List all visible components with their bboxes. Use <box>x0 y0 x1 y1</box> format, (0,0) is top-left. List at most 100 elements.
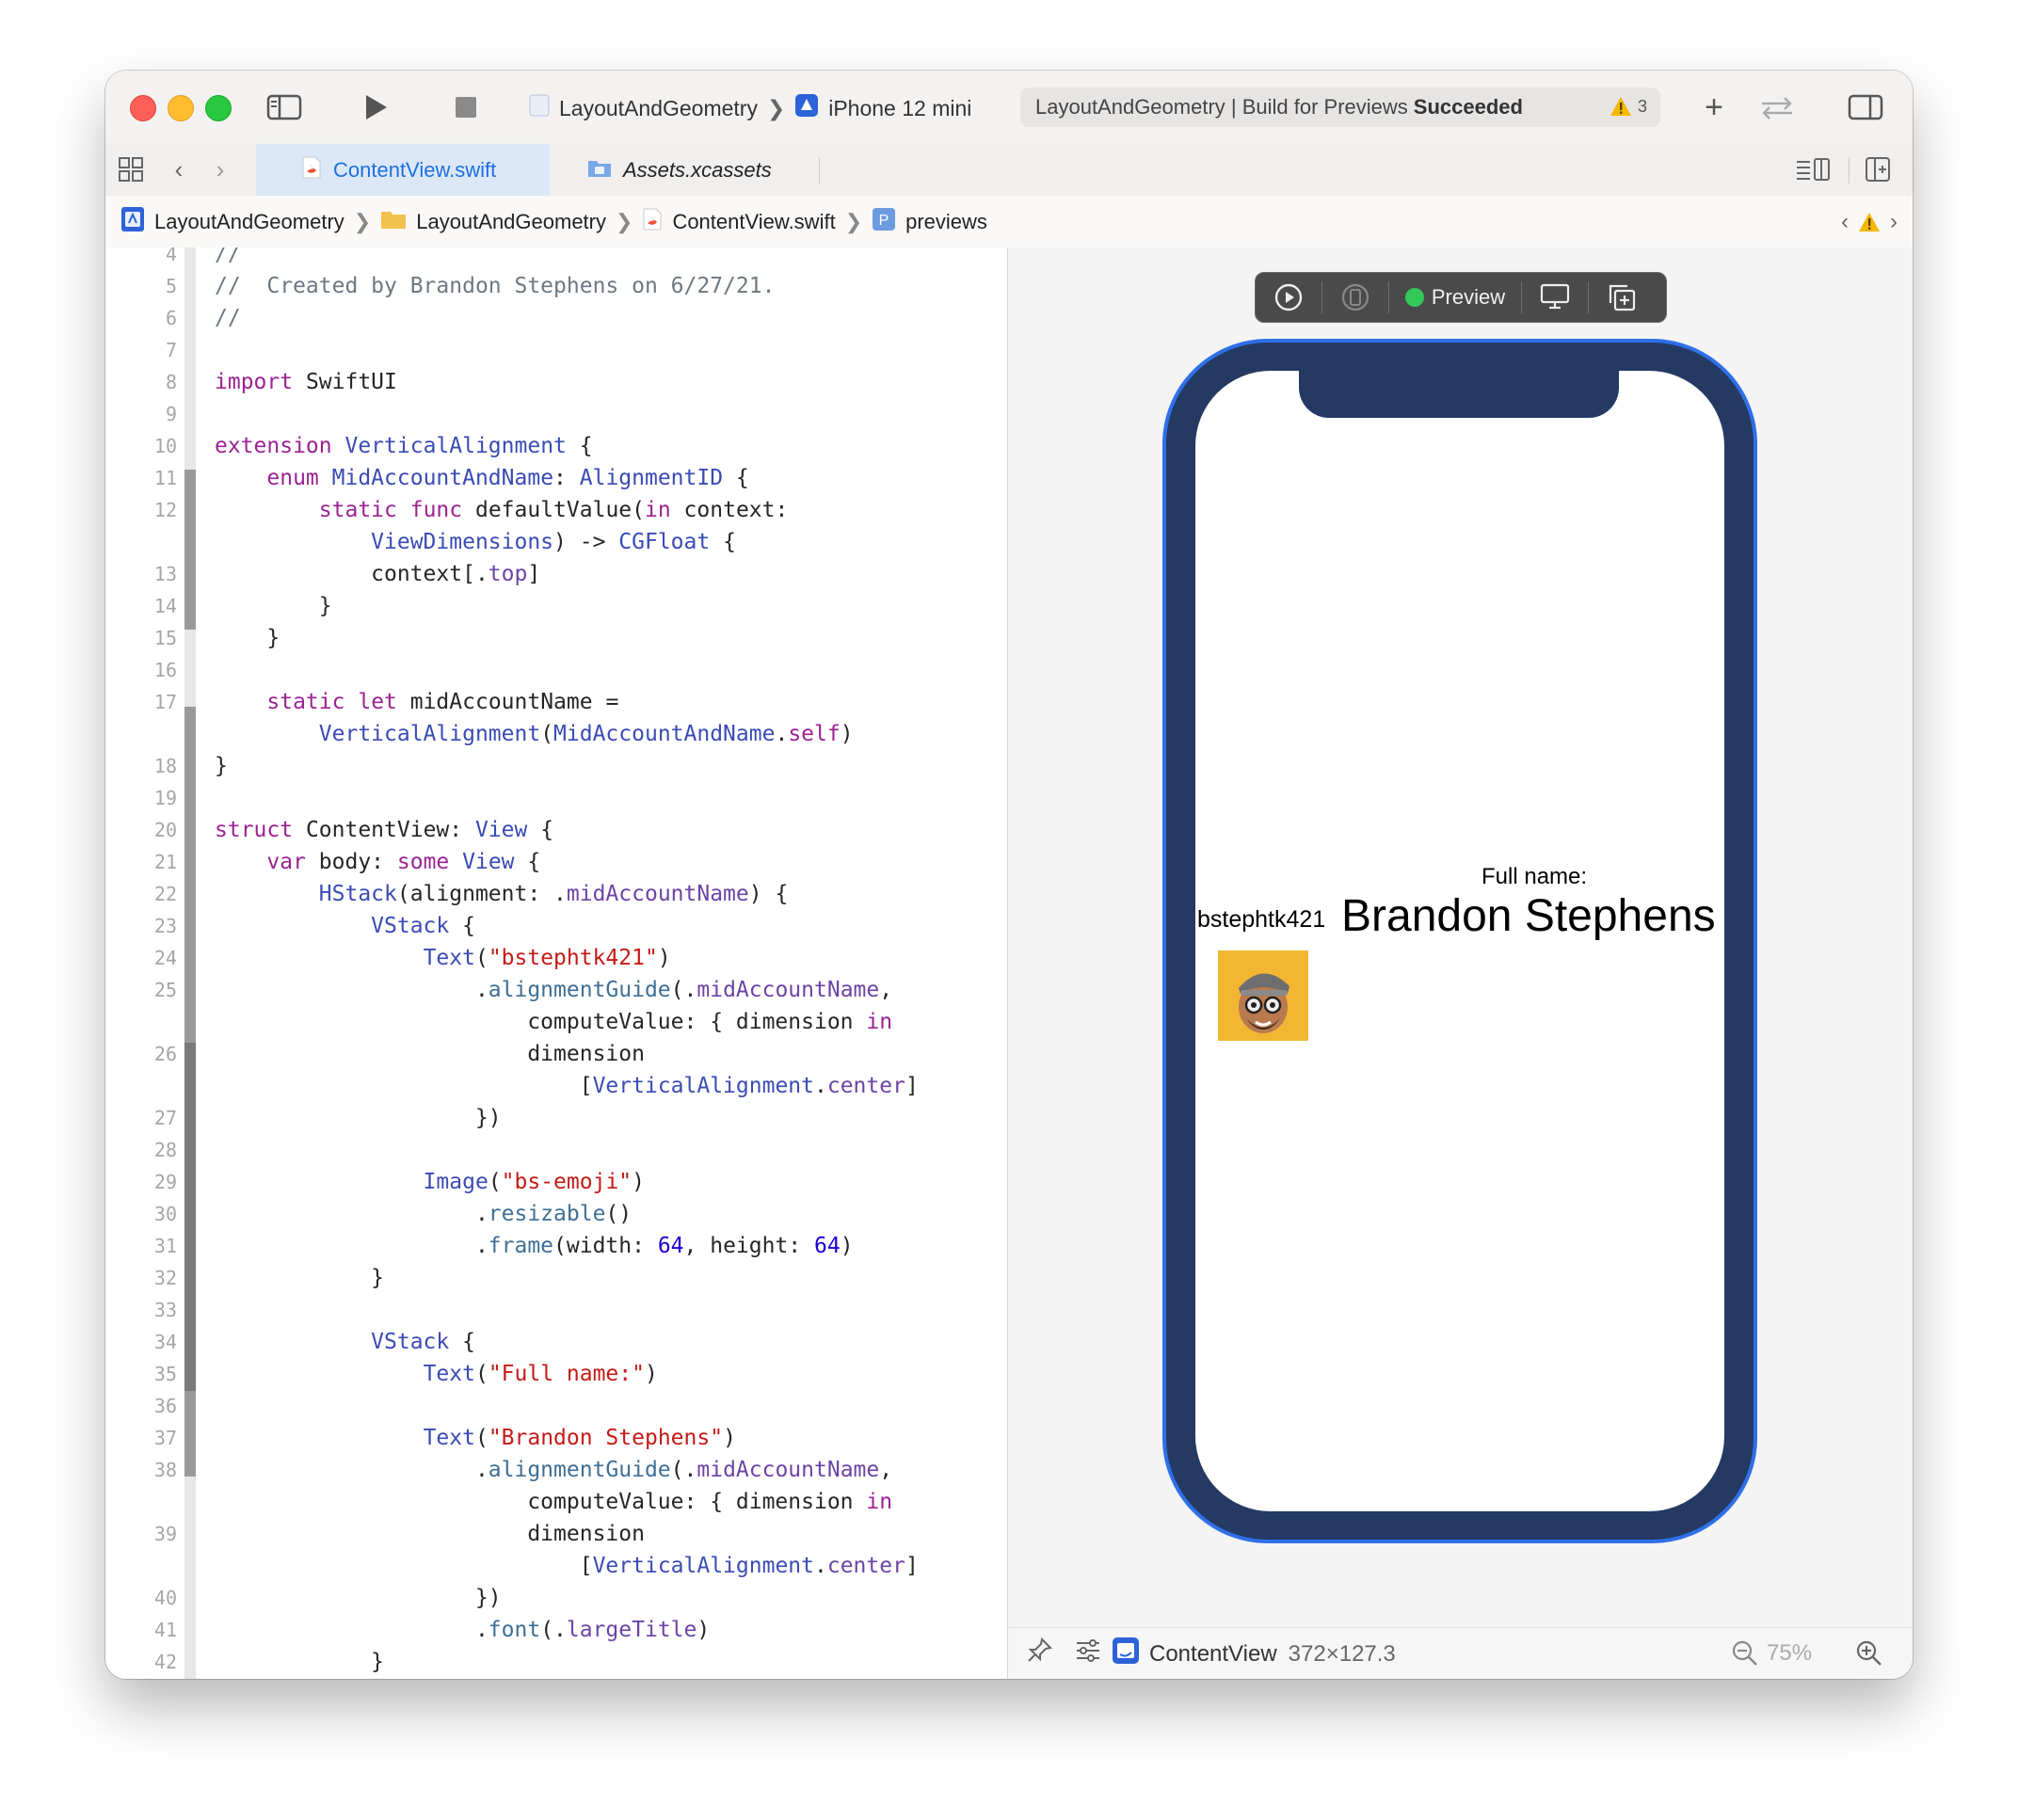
breadcrumb-symbol[interactable]: P previews <box>872 207 987 237</box>
code-line[interactable]: 19 <box>105 782 1007 814</box>
code-line[interactable]: VerticalAlignment(MidAccountAndName.self… <box>105 718 1007 750</box>
code-line[interactable]: 4 // <box>105 247 1007 270</box>
duplicate-preview-icon[interactable] <box>1589 282 1655 312</box>
code-line[interactable]: 36 <box>105 1390 1007 1422</box>
code-line[interactable]: 22 HStack(alignment: .midAccountName) { <box>105 878 1007 910</box>
code-line[interactable]: 7 <box>105 334 1007 366</box>
line-number: 26 <box>153 1043 177 1065</box>
live-preview-play-icon[interactable] <box>1256 282 1321 312</box>
code-line[interactable]: 18} <box>105 750 1007 782</box>
breadcrumb-group[interactable]: LayoutAndGeometry <box>380 209 606 235</box>
run-button-icon[interactable] <box>360 91 392 123</box>
code-line[interactable]: 29 Image("bs-emoji") <box>105 1166 1007 1198</box>
memoji-avatar <box>1218 950 1308 1041</box>
code-text: Text("Brandon Stephens") <box>423 1426 736 1450</box>
code-line[interactable]: 42 } <box>105 1646 1007 1678</box>
code-line[interactable]: 12 static func defaultValue(in context: <box>105 494 1007 526</box>
source-editor[interactable]: 4 // 5 // Created by Brandon Stephens on 6/… <box>105 247 1008 1679</box>
code-line[interactable]: [VerticalAlignment.center] <box>105 1070 1007 1102</box>
code-line[interactable]: 8 import SwiftUI <box>105 366 1007 398</box>
code-text: } <box>215 1650 385 1674</box>
back-chevron-icon[interactable]: ‹ <box>168 155 190 184</box>
code-line[interactable]: 35 Text("Full name:") <box>105 1358 1007 1390</box>
minimize-window-button[interactable] <box>168 95 194 121</box>
code-line[interactable]: 37 Text("Brandon Stephens") <box>105 1422 1007 1454</box>
code-line[interactable]: 39 dimension <box>105 1518 1007 1550</box>
code-line[interactable]: 11 enum MidAccountAndName: AlignmentID { <box>105 462 1007 494</box>
code-line[interactable]: 21 var body: some View { <box>105 846 1007 878</box>
zoom-window-button[interactable] <box>205 95 232 121</box>
code-line[interactable]: 23 VStack { <box>105 910 1007 942</box>
code-line[interactable]: 6 // <box>105 302 1007 334</box>
code-line[interactable]: 24 Text("bstephtk421") <box>105 942 1007 974</box>
code-line[interactable]: 27 }) <box>105 1102 1007 1134</box>
warning-count: 3 <box>1637 96 1647 116</box>
code-line[interactable]: 17 static let midAccountName = <box>105 686 1007 718</box>
zoom-level[interactable]: 75% <box>1767 1640 1812 1667</box>
code-line[interactable]: 31 .frame(width: 64, height: 64) <box>105 1230 1007 1262</box>
swift-file-icon <box>301 156 322 184</box>
split-editor-icon[interactable] <box>1864 155 1892 184</box>
code-line[interactable]: computeValue: { dimension in <box>105 1486 1007 1518</box>
code-line[interactable]: 40 }) <box>105 1582 1007 1614</box>
related-items-grid-icon[interactable] <box>117 155 145 184</box>
tab-assets-xcassets[interactable]: Assets.xcassets <box>587 144 772 196</box>
inspector-toggle-icon[interactable] <box>1847 91 1884 123</box>
preview-label: Preview <box>1431 285 1506 309</box>
scheme-selector[interactable]: LayoutAndGeometry ❯ iPhone 12 mini <box>529 93 971 123</box>
code-line[interactable]: 33 <box>105 1294 1007 1326</box>
username-text: bstephtk421 <box>1197 906 1326 933</box>
code-text: var body: some View { <box>266 850 541 874</box>
pin-icon[interactable] <box>1025 1636 1053 1671</box>
code-line[interactable]: 30 .resizable() <box>105 1198 1007 1230</box>
code-line[interactable]: 34 VStack { <box>105 1326 1007 1358</box>
line-number: 25 <box>153 979 177 1001</box>
forward-chevron-icon[interactable]: › <box>209 155 232 184</box>
code-line[interactable]: 9 <box>105 398 1007 430</box>
code-text: dimension <box>215 1042 645 1066</box>
editor-options-icon[interactable] <box>1794 155 1832 184</box>
code-line[interactable]: [VerticalAlignment.center] <box>105 1550 1007 1582</box>
code-line[interactable]: 20 struct ContentView: View { <box>105 814 1007 846</box>
tab-bar: ‹ › ContentView.swift Assets.xcassets <box>105 144 1913 197</box>
line-number: 15 <box>153 627 177 649</box>
activity-status: LayoutAndGeometry | Build for Previews S… <box>1020 88 1660 127</box>
close-window-button[interactable] <box>130 95 156 121</box>
code-line[interactable]: 32 } <box>105 1262 1007 1294</box>
line-number: 23 <box>153 915 177 937</box>
code-line[interactable]: 13 context[.top] <box>105 558 1007 590</box>
fullname-text: Brandon Stephens <box>1341 891 1716 941</box>
warnings-indicator[interactable]: 3 <box>1610 96 1647 117</box>
property-symbol-icon: P <box>872 207 896 237</box>
add-icon[interactable]: + <box>1698 89 1730 125</box>
code-line[interactable]: ViewDimensions) -> CGFloat { <box>105 526 1007 558</box>
preview-on-device-icon[interactable] <box>1322 282 1388 312</box>
inspect-preview-icon[interactable] <box>1522 283 1588 311</box>
code-line[interactable]: 10 extension VerticalAlignment { <box>105 430 1007 462</box>
breadcrumb-file[interactable]: ContentView.swift <box>642 208 836 236</box>
previous-issue-icon[interactable]: ‹ <box>1841 209 1849 235</box>
code-line[interactable]: 38 .alignmentGuide(.midAccountName, <box>105 1454 1007 1486</box>
next-issue-icon[interactable]: › <box>1890 209 1898 235</box>
tab-contentview-swift[interactable]: ContentView.swift <box>256 144 550 196</box>
swap-arrows-icon[interactable] <box>1758 91 1796 123</box>
zoom-in-icon[interactable] <box>1855 1639 1883 1674</box>
code-line[interactable]: 25 .alignmentGuide(.midAccountName, <box>105 974 1007 1006</box>
code-line[interactable]: computeValue: { dimension in <box>105 1006 1007 1038</box>
code-line[interactable]: 16 <box>105 654 1007 686</box>
code-line[interactable]: 5 // Created by Brandon Stephens on 6/27/… <box>105 270 1007 302</box>
stop-button-icon[interactable] <box>452 93 480 121</box>
code-line[interactable]: 41 .font(.largeTitle) <box>105 1614 1007 1646</box>
preview-settings-sliders-icon[interactable] <box>1074 1637 1102 1670</box>
breadcrumb-project[interactable]: LayoutAndGeometry <box>120 206 344 238</box>
navigator-toggle-icon[interactable] <box>265 91 303 123</box>
code-text: static let midAccountName = <box>266 690 619 714</box>
zoom-out-icon[interactable] <box>1731 1639 1759 1674</box>
code-line[interactable]: 14 } <box>105 590 1007 622</box>
code-line[interactable]: 15 } <box>105 622 1007 654</box>
code-line[interactable]: 26 dimension <box>105 1038 1007 1070</box>
code-text: // Created by Brandon Stephens on 6/27/2… <box>215 274 776 298</box>
code-line[interactable]: 28 <box>105 1134 1007 1166</box>
line-number: 31 <box>153 1235 177 1257</box>
warning-icon[interactable] <box>1858 212 1881 232</box>
